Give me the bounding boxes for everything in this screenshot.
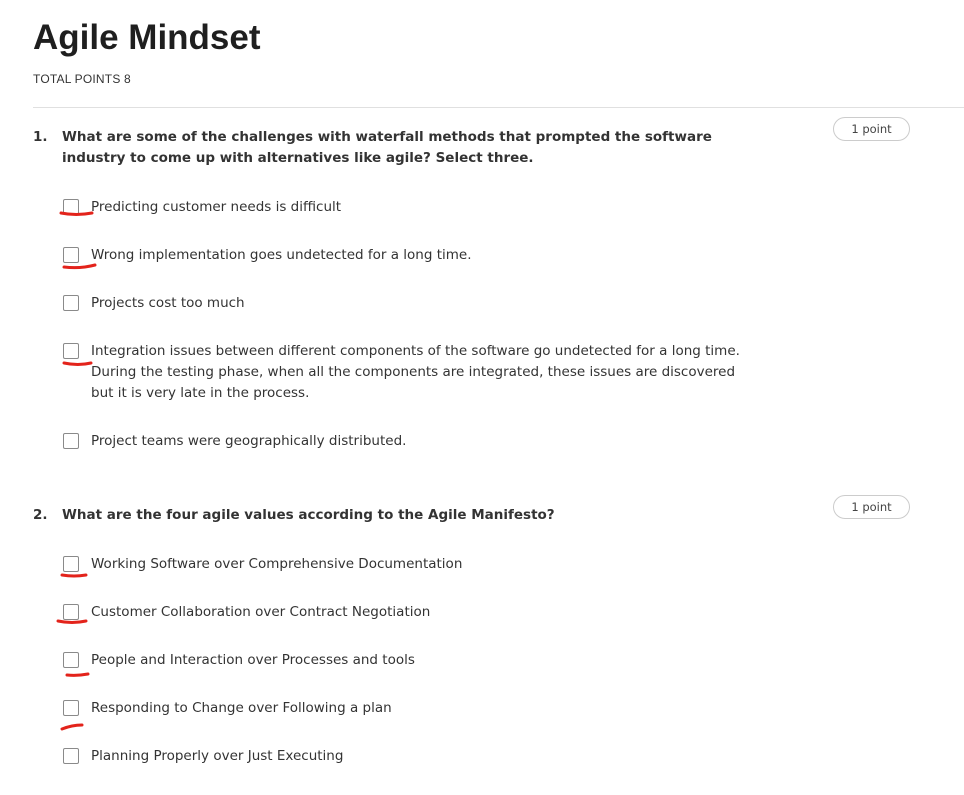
question-text: What are some of the challenges with wat… <box>62 129 712 166</box>
question-1: 1. What are some of the challenges with … <box>0 117 964 457</box>
answer-option-label: People and Interaction over Processes an… <box>91 652 415 668</box>
answer-option-label: Planning Properly over Just Executing <box>91 748 344 764</box>
answer-option-label: Predicting customer needs is difficult <box>91 199 342 215</box>
checkbox[interactable] <box>63 343 79 359</box>
answer-option-label: Responding to Change over Following a pl… <box>91 700 392 716</box>
checkbox[interactable] <box>63 247 79 263</box>
answer-option-label: Projects cost too much <box>91 295 245 311</box>
points-badge: 1 point <box>833 495 910 519</box>
checkbox[interactable] <box>63 604 79 620</box>
answer-option-label: Customer Collaboration over Contract Neg… <box>91 604 431 620</box>
checkbox[interactable] <box>63 433 79 449</box>
question-number: 2. <box>33 507 48 523</box>
answer-option-label: Working Software over Comprehensive Docu… <box>91 556 463 572</box>
checkbox[interactable] <box>63 199 79 215</box>
answer-option-label: Project teams were geographically distri… <box>91 433 407 449</box>
checkbox[interactable] <box>63 295 79 311</box>
total-points-label: TOTAL POINTS 8 <box>33 72 131 86</box>
checkbox[interactable] <box>63 556 79 572</box>
answer-option-label: Wrong implementation goes undetected for… <box>91 247 472 263</box>
answer-option-label: Integration issues between different com… <box>91 343 740 401</box>
checkbox[interactable] <box>63 748 79 764</box>
question-2: 2. What are the four agile values accord… <box>0 495 964 775</box>
header-divider <box>33 107 964 108</box>
checkbox[interactable] <box>63 700 79 716</box>
points-badge: 1 point <box>833 117 910 141</box>
checkbox[interactable] <box>63 652 79 668</box>
question-number: 1. <box>33 129 48 145</box>
page-title: Agile Mindset <box>33 18 261 57</box>
question-text: What are the four agile values according… <box>62 507 555 523</box>
